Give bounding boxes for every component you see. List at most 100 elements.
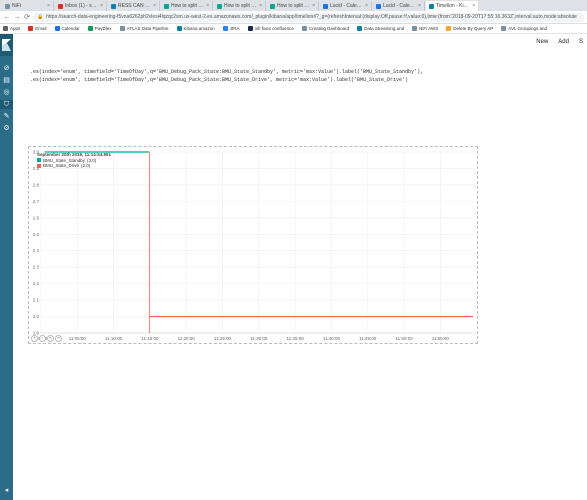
browser-tab[interactable]: How to split lines based on a fie...× [214, 1, 266, 11]
dashboard-icon[interactable]: ◎ [2, 88, 11, 97]
bookmark-item[interactable]: PayDlex [87, 26, 112, 31]
bookmark-icon [119, 26, 125, 31]
legend-item[interactable]: BMU_State_Drive (2.0) [37, 163, 111, 169]
chart-panel: 1.9 2.0 2.1 2.2 2.3 2.4 2.5 2.6 2.7 2.8 2.9 3.0 11:0… [28, 146, 478, 344]
bookmark-label: nifi fixes confluence [254, 26, 294, 31]
timelion-icon[interactable]: ⛉ [0, 100, 13, 109]
save-button[interactable]: S [579, 39, 583, 45]
browser-tab[interactable]: How to split lines based on a fie...× [161, 1, 213, 11]
bookmark-label: JIRA [229, 26, 240, 31]
x-tick-label: 11:05:00 [69, 336, 87, 341]
tab-label: How to split lines based on a fie... [171, 3, 204, 9]
browser-tab[interactable]: Lucid - Calendar - Wednesday, J...× [373, 1, 425, 11]
tab-label: Lucid - Calendar - Wednesday, J... [383, 3, 416, 9]
y-tick-label: 2.2 [33, 281, 40, 286]
x-tick-label: 11:30:00 [250, 336, 268, 341]
expression-editor[interactable]: .es(index='enum', timefield='TimeOfDay',… [28, 68, 584, 90]
tab-close-icon[interactable]: × [153, 3, 156, 9]
tab-label: Timelion - Kibana [436, 3, 470, 9]
back-arrow-icon[interactable]: ← [3, 14, 11, 21]
x-tick-label: 11:10:00 [105, 336, 123, 341]
tab-close-icon[interactable]: × [47, 3, 50, 9]
y-tick-label: 2.1 [33, 298, 40, 303]
collapse-nav-icon[interactable]: ◂ [2, 486, 11, 495]
bookmark-label: NiFi AWS [419, 26, 439, 31]
browser-tab[interactable]: Timelion - Kibana× [426, 1, 478, 11]
tab-favicon-icon [429, 3, 434, 9]
zoom-in-button[interactable]: + [31, 335, 38, 342]
chart-svg[interactable]: 1.92.02.12.22.32.42.52.62.72.82.93.011:0… [29, 147, 479, 345]
add-button[interactable]: Add [558, 39, 569, 45]
browser-tab[interactable]: RESS CAN Dashboard - Kibana× [108, 1, 160, 11]
tab-label: NiFi [12, 3, 21, 9]
devtools-icon[interactable]: ✎ [2, 112, 11, 121]
kibana-side-nav: ◂ ⊘ ▤ ◎ ⛉ ✎ ⚙ [0, 34, 13, 500]
new-button[interactable]: New [536, 39, 548, 45]
management-icon[interactable]: ⚙ [2, 124, 11, 133]
tab-close-icon[interactable]: × [472, 3, 475, 9]
bookmark-item[interactable]: Email [28, 26, 47, 31]
visualize-icon[interactable]: ▤ [2, 76, 11, 85]
bookmark-icon [176, 26, 182, 31]
expression-line: .es(index='enum', timefield='TimeOfDay',… [30, 69, 424, 75]
tab-favicon-icon [164, 3, 169, 9]
tab-close-icon[interactable]: × [100, 3, 103, 9]
chart-legend: September 20th 2018, 11:14:54.951 BMU_St… [37, 152, 111, 169]
tab-close-icon[interactable]: × [206, 3, 209, 9]
bookmark-item[interactable]: JIRA [222, 26, 240, 31]
browser-tab[interactable]: Lucid - Calendar - Wednesday, J...× [320, 1, 372, 11]
bookmark-item[interactable]: Apps [3, 26, 20, 31]
bookmark-item[interactable]: Delete By Query AP [446, 26, 493, 31]
browser-tab[interactable]: How to split lines based on a fie...× [267, 1, 319, 11]
tab-close-icon[interactable]: × [418, 3, 421, 9]
tab-label: How to split lines based on a fie... [224, 3, 257, 9]
top-menu: New Add S [13, 34, 587, 50]
browser-tab-strip: NiFi×Inbox (1) - shraddhasrivastav@c...×… [0, 0, 587, 11]
reload-icon[interactable]: ⟳ [23, 13, 31, 21]
x-tick-label: 11:50:00 [395, 336, 413, 341]
kibana-logo-icon[interactable] [0, 34, 13, 56]
bookmark-label: Data Streaming and [364, 26, 405, 31]
tab-favicon-icon [111, 3, 116, 9]
bookmark-icon [87, 26, 93, 31]
bookmark-icon [222, 26, 228, 31]
bookmark-item[interactable]: Creating Dashboard [301, 26, 349, 31]
tab-favicon-icon [270, 3, 275, 9]
bookmark-label: Apps [10, 26, 21, 31]
bookmarks-bar: Apps Email Calendar PayDlex ATLAS Data Pipel… [0, 24, 587, 34]
y-tick-label: 2.0 [33, 314, 40, 319]
zoom-out-button[interactable]: - [39, 335, 46, 342]
pan-right-button[interactable]: » [55, 335, 62, 342]
tab-label: RESS CAN Dashboard - Kibana [118, 3, 152, 9]
x-tick-label: 11:40:00 [323, 336, 341, 341]
tab-favicon-icon [5, 3, 10, 9]
bookmark-icon [357, 26, 363, 31]
bookmark-item[interactable]: Kibana amazon [176, 26, 215, 31]
url-field[interactable]: 🔒 https://search-data-engineering-f5vna6… [33, 12, 584, 22]
bookmark-icon [501, 26, 507, 31]
bookmark-item[interactable]: ATLAS Data Pipeline [119, 26, 169, 31]
x-tick-label: 11:45:00 [359, 336, 377, 341]
y-tick-label: 2.8 [33, 182, 40, 187]
bookmark-label: ATLAS Data Pipeline [126, 26, 169, 31]
bookmark-icon [412, 26, 418, 31]
bookmark-item[interactable]: AVL Groupings and [501, 26, 547, 31]
bookmark-icon [247, 26, 253, 31]
tab-close-icon[interactable]: × [259, 3, 262, 9]
bookmark-item[interactable]: nifi fixes confluence [247, 26, 294, 31]
browser-tab[interactable]: NiFi × [2, 1, 54, 11]
bookmark-item[interactable]: NiFi AWS [412, 26, 438, 31]
address-bar: ← → ⟳ 🔒 https://search-data-engineering-… [0, 11, 587, 24]
bookmark-icon [446, 26, 452, 31]
bookmark-item[interactable]: Data Streaming and [357, 26, 404, 31]
kibana-timelion-page: NiFi×Inbox (1) - shraddhasrivastav@c...×… [0, 0, 587, 500]
bookmark-item[interactable]: Calendar [54, 26, 80, 31]
pan-left-button[interactable]: « [47, 335, 54, 342]
tab-label: How to split lines based on a fie... [277, 3, 310, 9]
browser-tab[interactable]: Inbox (1) - shraddhasrivastav@c...× [55, 1, 107, 11]
tab-close-icon[interactable]: × [365, 3, 368, 9]
discover-icon[interactable]: ⊘ [2, 64, 11, 73]
bookmark-icon [301, 26, 307, 31]
forward-arrow-icon[interactable]: → [13, 14, 21, 21]
tab-close-icon[interactable]: × [312, 3, 315, 9]
